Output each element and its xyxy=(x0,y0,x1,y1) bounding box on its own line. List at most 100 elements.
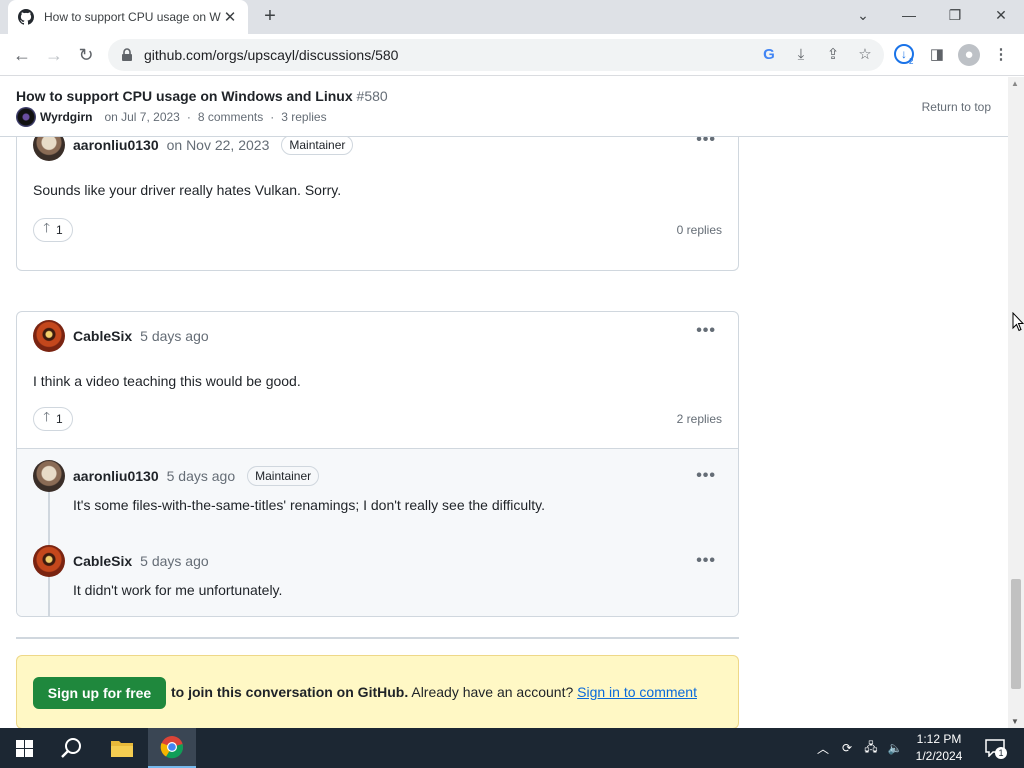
reply-body: It's some files-with-the-same-titles' re… xyxy=(73,497,546,513)
maintainer-badge: Maintainer xyxy=(281,135,354,155)
avatar[interactable] xyxy=(33,320,65,352)
notification-center-icon[interactable] xyxy=(980,728,1010,768)
search-icon xyxy=(61,738,81,758)
minimize-button[interactable]: — xyxy=(886,0,932,30)
signup-account-prompt: Already have an account? xyxy=(411,684,574,700)
bookmark-star-icon[interactable]: ☆ xyxy=(854,44,876,66)
signup-prompt: to join this conversation on GitHub. xyxy=(171,684,409,700)
upvote-count: 1 xyxy=(56,412,63,426)
upvote-button[interactable]: 🡑 1 xyxy=(33,218,73,242)
tab-search-chevron-icon[interactable]: ⌄ xyxy=(840,0,886,30)
taskbar-search-button[interactable] xyxy=(48,728,96,768)
chrome-taskbar-button[interactable] xyxy=(148,728,196,768)
comment-author[interactable]: CableSix xyxy=(73,328,132,344)
lock-icon xyxy=(122,48,132,61)
avatar[interactable] xyxy=(16,107,36,127)
reply-header: CableSix 5 days ago xyxy=(33,545,221,577)
notification-count-badge: 1 xyxy=(995,747,1007,759)
upvote-count: 1 xyxy=(56,223,63,237)
restore-button[interactable]: ❐ xyxy=(932,0,978,30)
comment-card: aaronliu0130 on Nov 22, 2023 Maintainer … xyxy=(16,125,739,271)
divider xyxy=(16,637,739,639)
start-button[interactable] xyxy=(0,728,48,768)
reload-button[interactable]: ↻ xyxy=(72,42,100,68)
forward-button[interactable]: → xyxy=(40,42,68,68)
network-icon[interactable]: 🖧 xyxy=(860,728,882,768)
maintainer-badge: Maintainer xyxy=(247,466,320,486)
avatar[interactable] xyxy=(33,460,65,492)
mouse-cursor-icon xyxy=(1012,312,1024,332)
download-count-badge: 2 xyxy=(909,57,914,66)
comment-body: Sounds like your driver really hates Vul… xyxy=(33,182,342,198)
google-icon[interactable]: G xyxy=(758,44,780,66)
replies-count: 0 replies xyxy=(676,223,722,237)
chrome-menu-icon[interactable]: ⋮ xyxy=(990,44,1012,66)
discussion-number: #580 xyxy=(356,88,388,104)
comment-author[interactable]: aaronliu0130 xyxy=(73,137,159,153)
browser-tab[interactable]: How to support CPU usage on W ✕ xyxy=(8,0,248,34)
arrow-up-icon: 🡑 xyxy=(43,409,51,424)
comment-count: 8 comments xyxy=(197,110,264,124)
page-scrollbar[interactable]: ▲ ▼ xyxy=(1008,77,1024,728)
reply-header: aaronliu0130 5 days ago Maintainer xyxy=(33,460,320,492)
new-tab-button[interactable]: + xyxy=(258,4,282,30)
upvote-button[interactable]: 🡑 1 xyxy=(33,407,73,431)
reply-count: 3 replies xyxy=(281,110,327,124)
discussion-author[interactable]: Wyrdgirn xyxy=(40,110,92,124)
comment-card: CableSix 5 days ago ••• I think a video … xyxy=(16,311,739,617)
show-hidden-icons-chevron-icon[interactable]: ︿ xyxy=(814,728,832,768)
more-options-icon[interactable]: ••• xyxy=(696,467,716,485)
scroll-down-arrow-icon[interactable]: ▼ xyxy=(1011,717,1019,726)
sign-in-link[interactable]: Sign in to comment xyxy=(577,684,697,700)
share-icon[interactable]: ⇪ xyxy=(822,44,844,66)
more-options-icon[interactable]: ••• xyxy=(696,322,716,340)
reply-author[interactable]: CableSix xyxy=(73,553,132,569)
profile-avatar-icon[interactable]: ● xyxy=(958,44,980,66)
tab-close-icon[interactable]: ✕ xyxy=(222,8,238,26)
taskbar-clock[interactable]: 1:12 PM 1/2/2024 xyxy=(904,731,974,765)
browser-toolbar: ← → ↻ github.com/orgs/upscayl/discussion… xyxy=(0,34,1024,76)
windows-taskbar: ︿ ⟳ 🖧 🔈 1:12 PM 1/2/2024 1 xyxy=(0,728,1024,768)
github-icon xyxy=(18,9,34,25)
reply-body: It didn't work for me unfortunately. xyxy=(73,582,283,598)
discussion-title-text: How to support CPU usage on Windows and … xyxy=(16,88,353,104)
sign-up-button[interactable]: Sign up for free xyxy=(33,677,166,709)
scroll-up-arrow-icon[interactable]: ▲ xyxy=(1011,79,1019,88)
arrow-up-icon: 🡑 xyxy=(43,220,51,235)
comment-header: CableSix 5 days ago xyxy=(33,320,221,352)
url-text: github.com/orgs/upscayl/discussions/580 xyxy=(144,47,399,63)
reply-date[interactable]: 5 days ago xyxy=(140,553,209,569)
sync-status-icon[interactable]: ⟳ xyxy=(836,728,858,768)
discussion-meta: Wyrdgirn on Jul 7, 2023 · 8 comments · 3… xyxy=(16,107,327,127)
volume-muted-icon[interactable]: 🔈 xyxy=(884,728,906,768)
back-button[interactable]: ← xyxy=(8,42,36,68)
file-explorer-button[interactable] xyxy=(98,728,146,768)
tab-strip: How to support CPU usage on W ✕ + ⌄ — ❐ … xyxy=(0,0,1024,34)
more-options-icon[interactable]: ••• xyxy=(696,552,716,570)
chrome-icon xyxy=(160,736,184,759)
signup-banner: Sign up for free to join this conversati… xyxy=(16,655,739,728)
comment-date[interactable]: on Nov 22, 2023 xyxy=(167,137,270,153)
clock-time: 1:12 PM xyxy=(916,732,962,746)
avatar[interactable] xyxy=(33,545,65,577)
scrollbar-thumb[interactable] xyxy=(1011,579,1021,689)
separator-dot: · xyxy=(270,110,275,124)
clock-date: 1/2/2024 xyxy=(915,749,963,763)
signup-text: to join this conversation on GitHub. Alr… xyxy=(171,684,697,700)
replies-thread: aaronliu0130 5 days ago Maintainer ••• I… xyxy=(17,448,738,616)
replies-count: 2 replies xyxy=(676,412,722,426)
reply-author[interactable]: aaronliu0130 xyxy=(73,468,159,484)
windows-logo-icon xyxy=(15,739,33,757)
sticky-discussion-header: How to support CPU usage on Windows and … xyxy=(0,77,1008,137)
comment-body: I think a video teaching this would be g… xyxy=(33,373,301,389)
side-panel-icon[interactable]: ◨ xyxy=(926,44,948,66)
close-window-button[interactable]: ✕ xyxy=(978,0,1024,30)
return-to-top-link[interactable]: Return to top xyxy=(922,100,991,114)
folder-icon xyxy=(111,741,133,757)
discussion-date: on Jul 7, 2023 xyxy=(104,110,180,124)
discussion-title[interactable]: How to support CPU usage on Windows and … xyxy=(16,88,388,104)
comment-date[interactable]: 5 days ago xyxy=(140,328,209,344)
install-app-icon[interactable]: ⤓ xyxy=(790,44,812,66)
reply-date[interactable]: 5 days ago xyxy=(167,468,236,484)
page-content: aaronliu0130 on Nov 22, 2023 Maintainer … xyxy=(0,77,1008,728)
